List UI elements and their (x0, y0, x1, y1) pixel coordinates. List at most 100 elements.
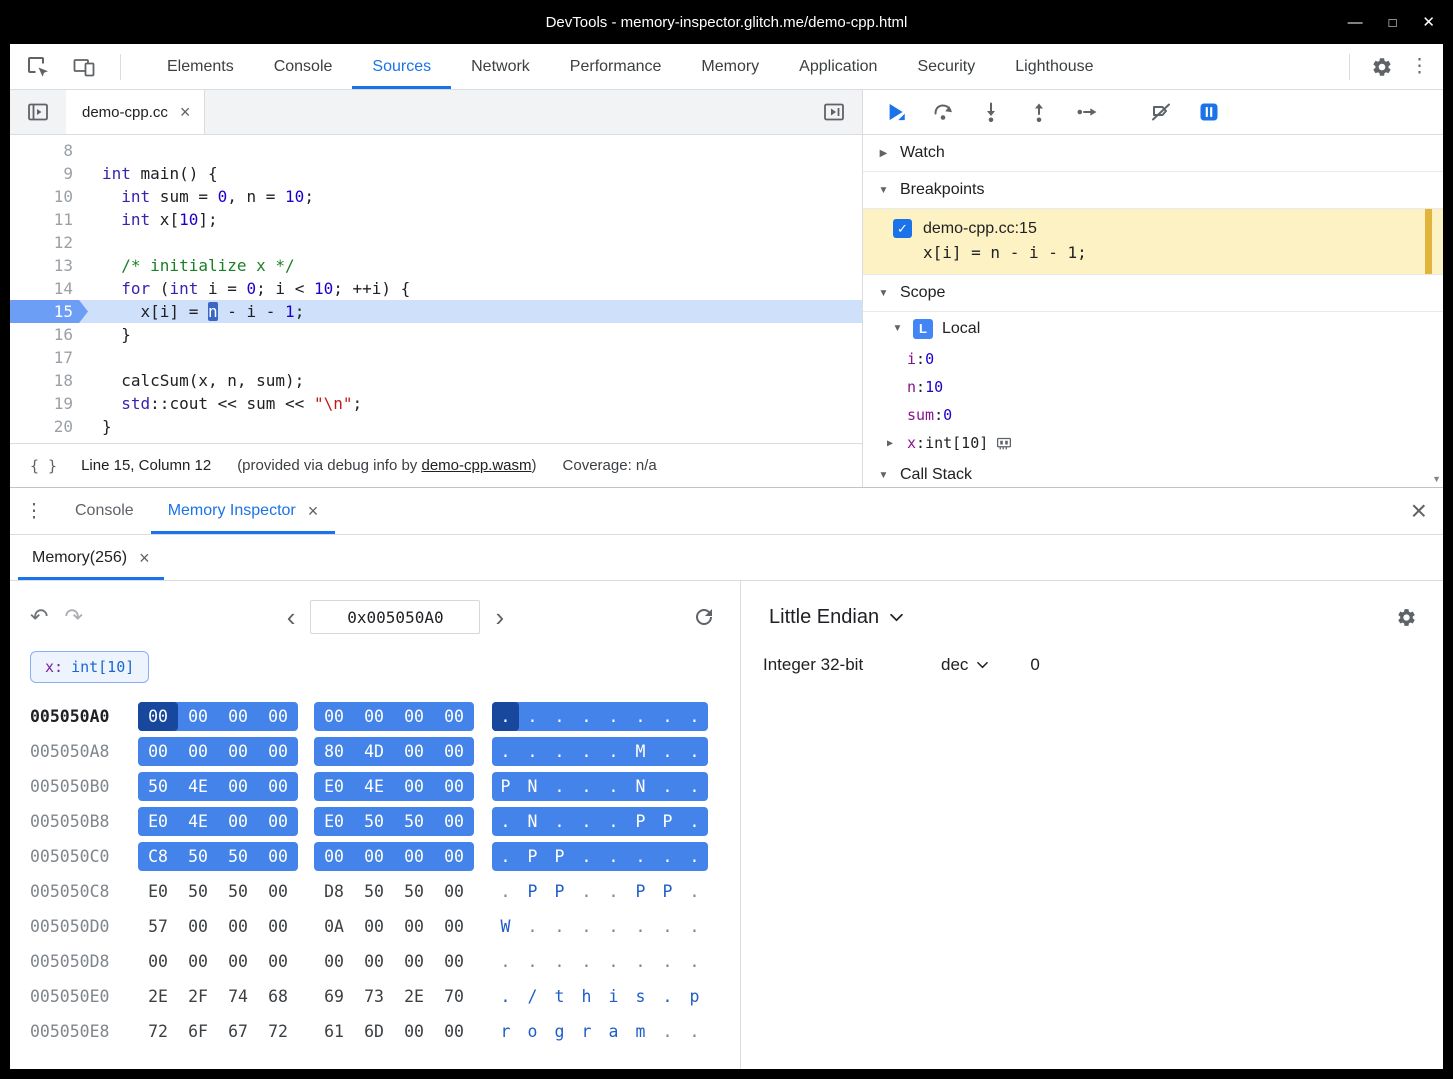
hex-byte[interactable]: 00 (394, 737, 434, 766)
step-over-icon[interactable] (923, 96, 963, 128)
scope-section-header[interactable]: ▼ Scope (863, 275, 1443, 312)
close-button[interactable]: ✕ (1422, 15, 1435, 30)
hex-byte[interactable]: 4E (178, 772, 218, 801)
line-number[interactable]: 13 (10, 254, 88, 277)
scope-variable-x[interactable]: ▶x: int[10] (863, 429, 1443, 457)
hex-byte[interactable]: 00 (314, 702, 354, 731)
pretty-print-braces-icon[interactable]: { } (30, 457, 57, 475)
line-number[interactable]: 17 (10, 346, 88, 369)
tab-sources[interactable]: Sources (352, 44, 451, 89)
variable-chip-x[interactable]: x: int[10] (30, 651, 149, 683)
hex-byte[interactable]: 00 (218, 737, 258, 766)
hex-byte[interactable]: 00 (258, 912, 298, 941)
ascii-char[interactable]: . (600, 772, 627, 801)
ascii-char[interactable]: . (573, 772, 600, 801)
scrollbar-down-icon[interactable]: ▼ (1432, 474, 1441, 484)
ascii-char[interactable]: s (627, 982, 654, 1011)
hex-byte[interactable]: 2E (394, 982, 434, 1011)
hex-byte[interactable]: 50 (354, 877, 394, 906)
tab-lighthouse[interactable]: Lighthouse (995, 44, 1113, 89)
drawer-tab-close-icon[interactable]: × (308, 502, 319, 520)
ascii-char[interactable]: . (600, 737, 627, 766)
tab-security[interactable]: Security (897, 44, 995, 89)
line-number[interactable]: 10 (10, 185, 88, 208)
debug-info-link[interactable]: demo-cpp.wasm (421, 457, 531, 474)
hex-byte[interactable]: 70 (434, 982, 474, 1011)
hex-byte[interactable]: 00 (354, 912, 394, 941)
ascii-char[interactable]: t (546, 982, 573, 1011)
hex-byte[interactable]: 00 (218, 702, 258, 731)
hex-byte[interactable]: 73 (354, 982, 394, 1011)
hex-byte[interactable]: 50 (138, 772, 178, 801)
ascii-char[interactable]: . (573, 947, 600, 976)
step-into-icon[interactable] (971, 96, 1011, 128)
minimize-button[interactable]: — (1348, 15, 1363, 30)
watch-section-header[interactable]: ▶ Watch (863, 135, 1443, 172)
file-tab-demo-cpp[interactable]: demo-cpp.cc × (66, 90, 205, 134)
hex-byte[interactable]: 00 (258, 842, 298, 871)
hex-byte[interactable]: 00 (258, 772, 298, 801)
ascii-char[interactable]: . (600, 947, 627, 976)
ascii-char[interactable]: . (600, 912, 627, 941)
hex-byte[interactable]: 00 (178, 702, 218, 731)
ascii-char[interactable]: . (627, 912, 654, 941)
ascii-char[interactable]: . (519, 947, 546, 976)
call-stack-section-header[interactable]: ▼ Call Stack (863, 457, 1443, 487)
hex-byte[interactable]: 00 (394, 842, 434, 871)
hex-byte[interactable]: 72 (258, 1017, 298, 1046)
hex-byte[interactable]: 57 (138, 912, 178, 941)
main-menu-kebab-icon[interactable]: ⋮ (1410, 57, 1429, 76)
drawer-kebab-icon[interactable]: ⋮ (10, 488, 58, 534)
ascii-char[interactable]: . (546, 912, 573, 941)
line-number[interactable]: 11 (10, 208, 88, 231)
hex-byte[interactable]: 50 (394, 877, 434, 906)
ascii-char[interactable]: P (546, 877, 573, 906)
tab-console-drawer[interactable]: Console (58, 488, 151, 534)
breakpoints-section-header[interactable]: ▼ Breakpoints (863, 172, 1443, 209)
ascii-char[interactable]: . (546, 947, 573, 976)
ascii-char[interactable]: . (492, 877, 519, 906)
hex-byte[interactable]: 00 (258, 947, 298, 976)
hex-byte[interactable]: 00 (314, 842, 354, 871)
settings-gear-icon[interactable] (1368, 53, 1396, 81)
ascii-char[interactable]: . (492, 842, 519, 871)
hex-byte[interactable]: 00 (354, 947, 394, 976)
ascii-char[interactable]: . (546, 772, 573, 801)
disclosure-triangle-icon[interactable]: ▶ (887, 438, 907, 449)
ascii-char[interactable]: . (654, 947, 681, 976)
hex-byte[interactable]: E0 (314, 807, 354, 836)
hex-byte[interactable]: 00 (138, 702, 178, 731)
ascii-char[interactable]: M (627, 737, 654, 766)
ascii-char[interactable]: P (654, 807, 681, 836)
hex-byte[interactable]: 00 (258, 737, 298, 766)
ascii-char[interactable]: . (492, 982, 519, 1011)
ascii-char[interactable]: . (681, 1017, 708, 1046)
scope-local-row[interactable]: ▼ L Local (863, 312, 1443, 345)
next-page-icon[interactable]: › (495, 604, 504, 630)
hex-byte[interactable]: 50 (218, 877, 258, 906)
ascii-char[interactable]: . (573, 702, 600, 731)
ascii-char[interactable]: r (573, 1017, 600, 1046)
refresh-icon[interactable] (692, 605, 716, 629)
ascii-char[interactable]: . (654, 772, 681, 801)
disclosure-triangle-icon[interactable]: ▼ (877, 185, 890, 196)
maximize-button[interactable]: □ (1389, 16, 1397, 29)
ascii-char[interactable]: P (519, 877, 546, 906)
tab-elements[interactable]: Elements (147, 44, 254, 89)
ascii-char[interactable]: . (654, 842, 681, 871)
hex-byte[interactable]: D8 (314, 877, 354, 906)
line-number[interactable]: 14 (10, 277, 88, 300)
history-back-icon[interactable]: ↶ (30, 606, 48, 628)
ascii-char[interactable]: . (654, 1017, 681, 1046)
ascii-char[interactable]: . (519, 702, 546, 731)
ascii-char[interactable]: . (573, 807, 600, 836)
hex-byte[interactable]: 4D (354, 737, 394, 766)
resume-icon[interactable] (875, 96, 915, 128)
ascii-char[interactable]: g (546, 1017, 573, 1046)
ascii-char[interactable]: h (573, 982, 600, 1011)
ascii-char[interactable]: . (654, 982, 681, 1011)
hex-byte[interactable]: 2E (138, 982, 178, 1011)
hex-byte[interactable]: 50 (178, 842, 218, 871)
tab-memory-inspector[interactable]: Memory Inspector × (151, 488, 336, 534)
ascii-char[interactable]: . (573, 842, 600, 871)
